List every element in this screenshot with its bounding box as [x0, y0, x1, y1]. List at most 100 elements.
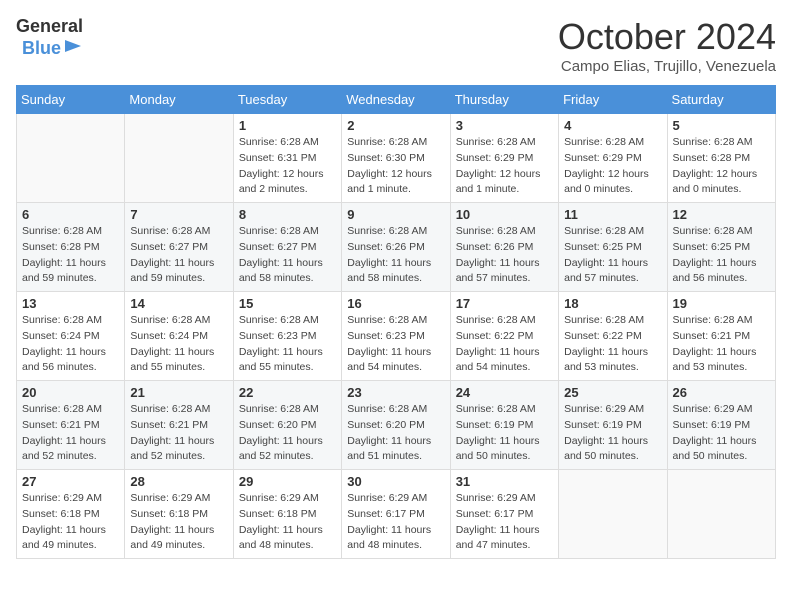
day-number: 21 [130, 385, 227, 400]
calendar-cell: 16Sunrise: 6:28 AM Sunset: 6:23 PM Dayli… [342, 292, 450, 381]
day-info: Sunrise: 6:28 AM Sunset: 6:25 PM Dayligh… [673, 224, 770, 287]
calendar-cell: 2 Sunrise: 6:28 AM Sunset: 6:30 PM Daylig… [342, 114, 450, 203]
day-info: Sunrise: 6:28 AM Sunset: 6:25 PM Dayligh… [564, 224, 661, 287]
day-header-sunday: Sunday [17, 86, 125, 114]
day-info: Sunrise: 6:28 AM Sunset: 6:23 PM Dayligh… [239, 313, 336, 376]
day-number: 8 [239, 207, 336, 222]
calendar-cell: 27 Sunrise: 6:29 AM Sunset: 6:18 PM Dayli… [17, 470, 125, 559]
day-number: 2 [347, 118, 444, 133]
day-info: Sunrise: 6:28 AM Sunset: 6:31 PM Dayligh… [239, 135, 336, 198]
location-subtitle: Campo Elias, Trujillo, Venezuela [558, 58, 776, 75]
calendar-week-row: 27 Sunrise: 6:29 AM Sunset: 6:18 PM Dayli… [17, 470, 776, 559]
day-number: 10 [456, 207, 553, 222]
day-info: Sunrise: 6:28 AM Sunset: 6:30 PM Dayligh… [347, 135, 444, 198]
day-number: 12 [673, 207, 770, 222]
day-number: 6 [22, 207, 119, 222]
day-number: 3 [456, 118, 553, 133]
calendar-cell: 12 Sunrise: 6:28 AM Sunset: 6:25 PM Dayli… [667, 203, 775, 292]
day-header-saturday: Saturday [667, 86, 775, 114]
day-number: 24 [456, 385, 553, 400]
day-header-wednesday: Wednesday [342, 86, 450, 114]
day-number: 13 [22, 296, 119, 311]
calendar-cell: 4 Sunrise: 6:28 AM Sunset: 6:29 PM Daylig… [559, 114, 667, 203]
day-number: 31 [456, 474, 553, 489]
day-info: Sunrise: 6:28 AM Sunset: 6:21 PM Dayligh… [22, 402, 119, 465]
day-number: 27 [22, 474, 119, 489]
day-number: 1 [239, 118, 336, 133]
day-info: Sunrise: 6:28 AM Sunset: 6:28 PM Dayligh… [673, 135, 770, 198]
day-number: 17 [456, 296, 553, 311]
day-header-tuesday: Tuesday [233, 86, 341, 114]
day-info: Sunrise: 6:28 AM Sunset: 6:26 PM Dayligh… [347, 224, 444, 287]
day-info: Sunrise: 6:28 AM Sunset: 6:27 PM Dayligh… [239, 224, 336, 287]
calendar-cell: 14 Sunrise: 6:28 AM Sunset: 6:24 PM Dayli… [125, 292, 233, 381]
calendar-cell: 7Sunrise: 6:28 AM Sunset: 6:27 PM Daylig… [125, 203, 233, 292]
day-number: 20 [22, 385, 119, 400]
day-info: Sunrise: 6:28 AM Sunset: 6:20 PM Dayligh… [239, 402, 336, 465]
day-info: Sunrise: 6:29 AM Sunset: 6:19 PM Dayligh… [564, 402, 661, 465]
day-number: 14 [130, 296, 227, 311]
day-info: Sunrise: 6:28 AM Sunset: 6:27 PM Dayligh… [130, 224, 227, 287]
day-number: 18 [564, 296, 661, 311]
day-info: Sunrise: 6:28 AM Sunset: 6:22 PM Dayligh… [456, 313, 553, 376]
calendar-week-row: 13 Sunrise: 6:28 AM Sunset: 6:24 PM Dayli… [17, 292, 776, 381]
day-number: 29 [239, 474, 336, 489]
calendar-cell: 11 Sunrise: 6:28 AM Sunset: 6:25 PM Dayli… [559, 203, 667, 292]
day-number: 15 [239, 296, 336, 311]
day-info: Sunrise: 6:29 AM Sunset: 6:18 PM Dayligh… [22, 491, 119, 554]
calendar-cell: 24 Sunrise: 6:28 AM Sunset: 6:19 PM Dayli… [450, 381, 558, 470]
calendar-table: SundayMondayTuesdayWednesdayThursdayFrid… [16, 85, 776, 559]
calendar-cell: 25Sunrise: 6:29 AM Sunset: 6:19 PM Dayli… [559, 381, 667, 470]
calendar-cell: 30Sunrise: 6:29 AM Sunset: 6:17 PM Dayli… [342, 470, 450, 559]
logo: General Blue [16, 16, 83, 59]
calendar-cell [559, 470, 667, 559]
day-info: Sunrise: 6:28 AM Sunset: 6:28 PM Dayligh… [22, 224, 119, 287]
logo-blue: Blue [22, 38, 61, 60]
calendar-cell: 26Sunrise: 6:29 AM Sunset: 6:19 PM Dayli… [667, 381, 775, 470]
day-info: Sunrise: 6:29 AM Sunset: 6:17 PM Dayligh… [347, 491, 444, 554]
day-header-thursday: Thursday [450, 86, 558, 114]
day-number: 22 [239, 385, 336, 400]
day-number: 23 [347, 385, 444, 400]
calendar-cell: 8 Sunrise: 6:28 AM Sunset: 6:27 PM Daylig… [233, 203, 341, 292]
title-section: October 2024 Campo Elias, Trujillo, Vene… [558, 16, 776, 75]
calendar-cell: 18 Sunrise: 6:28 AM Sunset: 6:22 PM Dayli… [559, 292, 667, 381]
day-info: Sunrise: 6:28 AM Sunset: 6:22 PM Dayligh… [564, 313, 661, 376]
day-info: Sunrise: 6:28 AM Sunset: 6:21 PM Dayligh… [673, 313, 770, 376]
day-info: Sunrise: 6:28 AM Sunset: 6:29 PM Dayligh… [456, 135, 553, 198]
day-header-monday: Monday [125, 86, 233, 114]
day-info: Sunrise: 6:29 AM Sunset: 6:18 PM Dayligh… [130, 491, 227, 554]
calendar-cell: 19Sunrise: 6:28 AM Sunset: 6:21 PM Dayli… [667, 292, 775, 381]
calendar-week-row: 20 Sunrise: 6:28 AM Sunset: 6:21 PM Dayli… [17, 381, 776, 470]
calendar-header-row: SundayMondayTuesdayWednesdayThursdayFrid… [17, 86, 776, 114]
day-info: Sunrise: 6:29 AM Sunset: 6:18 PM Dayligh… [239, 491, 336, 554]
day-info: Sunrise: 6:28 AM Sunset: 6:24 PM Dayligh… [130, 313, 227, 376]
day-number: 11 [564, 207, 661, 222]
calendar-cell: 20 Sunrise: 6:28 AM Sunset: 6:21 PM Dayli… [17, 381, 125, 470]
day-info: Sunrise: 6:29 AM Sunset: 6:17 PM Dayligh… [456, 491, 553, 554]
calendar-cell: 13 Sunrise: 6:28 AM Sunset: 6:24 PM Dayli… [17, 292, 125, 381]
calendar-cell: 5 Sunrise: 6:28 AM Sunset: 6:28 PM Daylig… [667, 114, 775, 203]
day-info: Sunrise: 6:28 AM Sunset: 6:24 PM Dayligh… [22, 313, 119, 376]
calendar-cell: 6 Sunrise: 6:28 AM Sunset: 6:28 PM Daylig… [17, 203, 125, 292]
day-info: Sunrise: 6:28 AM Sunset: 6:20 PM Dayligh… [347, 402, 444, 465]
calendar-cell: 1 Sunrise: 6:28 AM Sunset: 6:31 PM Daylig… [233, 114, 341, 203]
calendar-cell: 3 Sunrise: 6:28 AM Sunset: 6:29 PM Daylig… [450, 114, 558, 203]
day-info: Sunrise: 6:28 AM Sunset: 6:29 PM Dayligh… [564, 135, 661, 198]
day-info: Sunrise: 6:28 AM Sunset: 6:23 PM Dayligh… [347, 313, 444, 376]
day-info: Sunrise: 6:29 AM Sunset: 6:19 PM Dayligh… [673, 402, 770, 465]
calendar-cell [667, 470, 775, 559]
calendar-cell: 31 Sunrise: 6:29 AM Sunset: 6:17 PM Dayli… [450, 470, 558, 559]
calendar-cell: 21 Sunrise: 6:28 AM Sunset: 6:21 PM Dayli… [125, 381, 233, 470]
calendar-cell: 9 Sunrise: 6:28 AM Sunset: 6:26 PM Daylig… [342, 203, 450, 292]
logo-general: General [16, 16, 83, 38]
logo-flag-icon [63, 38, 83, 58]
day-info: Sunrise: 6:28 AM Sunset: 6:26 PM Dayligh… [456, 224, 553, 287]
day-info: Sunrise: 6:28 AM Sunset: 6:21 PM Dayligh… [130, 402, 227, 465]
day-number: 5 [673, 118, 770, 133]
day-number: 4 [564, 118, 661, 133]
day-number: 9 [347, 207, 444, 222]
day-info: Sunrise: 6:28 AM Sunset: 6:19 PM Dayligh… [456, 402, 553, 465]
calendar-cell: 22 Sunrise: 6:28 AM Sunset: 6:20 PM Dayli… [233, 381, 341, 470]
calendar-cell: 15 Sunrise: 6:28 AM Sunset: 6:23 PM Dayli… [233, 292, 341, 381]
